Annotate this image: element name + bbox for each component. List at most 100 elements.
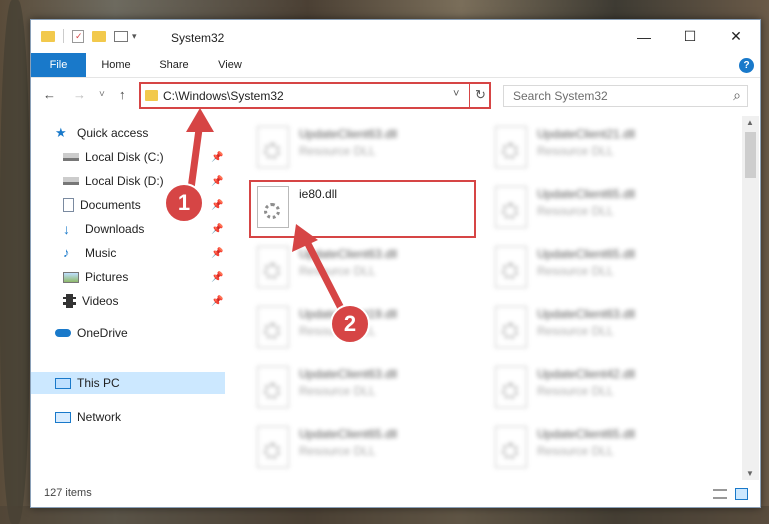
dll-file-icon [257,426,289,468]
file-name: UpdateClient21.dll [537,127,636,141]
forward-button[interactable]: → [73,87,86,102]
up-button[interactable]: ↑ [119,87,126,102]
navigation-pane: ★ Quick access Local Disk (C:) 📌 Local D… [31,116,227,476]
sidebar-item-network[interactable]: Network [55,406,121,428]
sidebar-item-label: Music [85,246,117,260]
new-folder-icon[interactable] [92,30,106,42]
search-box[interactable]: Search System32 ⌕ [503,85,748,107]
quick-access-toolbar: ✓ ▾ [41,29,137,43]
sidebar-item-local-disk-d[interactable]: Local Disk (D:) [63,170,164,192]
folder-icon [145,90,158,101]
vertical-scrollbar[interactable]: ▲ ▼ [742,116,759,480]
close-button[interactable]: ✕ [713,20,759,53]
picture-icon [63,271,79,283]
file-name: UpdateClient63.dll [299,367,398,381]
file-tile[interactable]: UpdateClient21.dll Resource DLL [487,120,717,176]
details-view-icon[interactable] [713,489,727,499]
status-bar: 127 items [31,482,760,507]
tab-home[interactable]: Home [93,53,139,77]
view-options-icon[interactable] [114,30,128,42]
drive-icon [63,153,79,161]
tab-file[interactable]: File [31,53,86,77]
dll-file-icon [495,306,527,348]
sidebar-item-label: Downloads [85,222,145,236]
maximize-button[interactable]: ☐ [667,20,713,53]
file-name: UpdateClient65.dll [537,247,636,261]
sidebar-item-local-disk-c[interactable]: Local Disk (C:) [63,146,164,168]
file-type: Resource DLL [299,444,376,458]
address-separator [469,84,470,107]
file-tile[interactable]: UpdateClient63.dll Resource DLL [249,240,479,296]
file-tile[interactable]: UpdateClient65.dll Resource DLL [487,420,717,476]
properties-icon[interactable]: ✓ [72,29,84,43]
file-name: UpdateClient65.dll [299,427,398,441]
music-note-icon: ♪ [63,245,70,260]
tab-share[interactable]: Share [151,53,197,77]
folder-icon [41,30,55,42]
search-icon[interactable]: ⌕ [733,87,741,104]
refresh-button[interactable]: ↻ [475,87,486,103]
pin-icon[interactable]: 📌 [211,248,223,259]
file-type: Resource DLL [299,384,376,398]
step-2-badge: 2 [330,304,370,344]
sidebar-item-label: OneDrive [77,326,128,340]
sidebar-item-label: Videos [82,294,119,308]
back-button[interactable]: ← [43,87,56,102]
drive-icon [63,177,79,185]
sidebar-item-downloads[interactable]: ↓ Downloads [63,218,144,240]
pin-icon[interactable]: 📌 [211,200,223,211]
file-name: UpdateClient42.dll [537,367,636,381]
step-1-badge: 1 [164,183,204,223]
file-tile[interactable]: UpdateClient65.dll Resource DLL [487,180,717,236]
scroll-down-icon[interactable]: ▼ [746,469,754,478]
file-tile[interactable]: UpdateClient63.dll Resource DLL [249,360,479,416]
dll-file-icon [257,366,289,408]
large-icons-view-icon[interactable] [735,488,748,500]
dll-file-icon [495,366,527,408]
network-icon [55,411,71,423]
cloud-icon [55,329,71,337]
file-tile[interactable]: UpdateClient65.dll Resource DLL [249,420,479,476]
dll-file-icon [495,246,527,288]
pin-icon[interactable]: 📌 [211,296,223,307]
scroll-thumb[interactable] [745,132,756,178]
file-type: Resource DLL [537,204,614,218]
pin-icon[interactable]: 📌 [211,176,223,187]
file-type: Resource DLL [537,324,614,338]
tab-view[interactable]: View [207,53,253,77]
chevron-down-icon[interactable]: ▾ [132,31,137,42]
search-input[interactable]: Search System32 [513,89,608,103]
pin-icon[interactable]: 📌 [211,224,223,235]
sidebar-item-onedrive[interactable]: OneDrive [55,322,128,344]
pin-icon[interactable]: 📌 [211,152,223,163]
address-bar[interactable]: C:\Windows\System32 ˅ ↻ [139,82,491,109]
sidebar-item-music[interactable]: ♪ Music [63,242,116,264]
help-icon[interactable]: ? [739,58,754,73]
sidebar-item-label: Pictures [85,270,129,284]
item-count: 127 items [44,487,92,499]
sidebar-item-this-pc[interactable]: This PC [31,372,225,394]
file-type: Resource DLL [299,144,376,158]
pin-icon[interactable]: 📌 [211,272,223,283]
file-type: Resource DLL [537,144,614,158]
film-icon [63,294,76,308]
sidebar-item-label: This PC [77,376,120,390]
sidebar-item-documents[interactable]: Documents [63,194,141,216]
sidebar-item-pictures[interactable]: Pictures [63,266,128,288]
sidebar-item-videos[interactable]: Videos [63,290,118,312]
file-tile[interactable]: UpdateClient63.dll Resource DLL [249,120,479,176]
minimize-button[interactable]: — [621,20,667,53]
separator [63,29,64,43]
document-icon [63,198,74,212]
sidebar-item-quick-access[interactable]: ★ Quick access [55,122,148,144]
scroll-up-icon[interactable]: ▲ [746,118,754,127]
dll-file-icon [257,306,289,348]
sidebar-item-label: Local Disk (C:) [85,150,164,164]
file-tile[interactable]: UpdateClient63.dll Resource DLL [487,300,717,356]
recent-locations-button[interactable]: ˅ [99,89,105,100]
file-tile[interactable]: UpdateClient42.dll Resource DLL [487,360,717,416]
file-tile[interactable]: UpdateClient65.dll Resource DLL [487,240,717,296]
window-title: System32 [171,31,225,45]
address-dropdown-button[interactable]: ˅ [453,88,459,100]
explorer-window: ✓ ▾ System32 — ☐ ✕ File Home Share View … [30,19,761,508]
